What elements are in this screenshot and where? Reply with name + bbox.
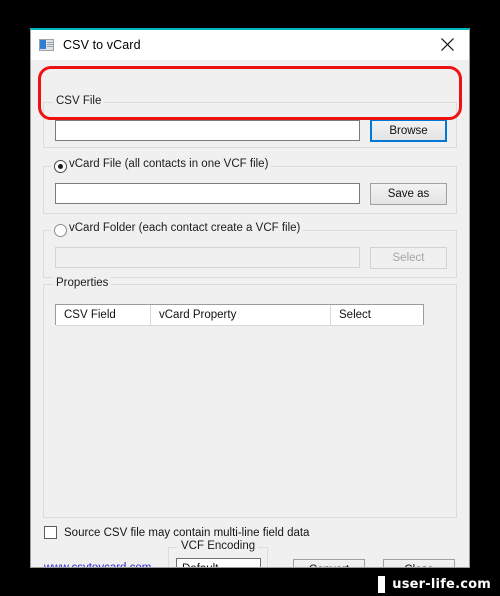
column-header-select[interactable]: Select (331, 305, 423, 325)
convert-button[interactable]: Convert (293, 559, 365, 567)
save-as-button[interactable]: Save as (370, 183, 447, 205)
csv-file-path-input[interactable] (55, 120, 360, 141)
client-area: CSV File Browse vCard File (all contacts… (31, 60, 469, 568)
screenshot-root: CSV to vCard CSV File Browse vCard File … (0, 0, 500, 596)
csv-to-vcard-window: CSV to vCard CSV File Browse vCard File … (30, 28, 470, 568)
column-header-csv-field[interactable]: CSV Field (56, 305, 151, 325)
vcard-file-radio[interactable] (54, 160, 67, 173)
csv-file-legend: CSV File (53, 95, 105, 107)
multiline-checkbox[interactable] (44, 526, 57, 539)
column-header-vcard-property[interactable]: vCard Property (151, 305, 331, 325)
vcard-folder-radio[interactable] (54, 224, 67, 237)
vcard-file-legend: vCard File (all contacts in one VCF file… (69, 158, 269, 170)
vcard-folder-legend-wrap[interactable]: vCard Folder (each contact create a VCF … (51, 222, 304, 237)
title-bar: CSV to vCard (31, 30, 469, 60)
vcard-folder-path-input[interactable] (55, 247, 360, 268)
vcard-file-legend-wrap[interactable]: vCard File (all contacts in one VCF file… (51, 158, 272, 173)
close-icon[interactable] (425, 30, 469, 59)
vcf-encoding-select[interactable]: Default (176, 558, 261, 568)
website-link[interactable]: www.csvtovcard.com (44, 562, 151, 567)
vcard-folder-legend: vCard Folder (each contact create a VCF … (69, 222, 301, 234)
multiline-option-row[interactable]: Source CSV file may contain multi-line f… (44, 526, 309, 539)
chevron-down-icon (244, 566, 253, 567)
properties-table[interactable]: CSV Field vCard Property Select (55, 304, 424, 326)
window-title: CSV to vCard (63, 38, 141, 52)
close-button[interactable]: Close (383, 559, 455, 567)
properties-legend: Properties (53, 277, 112, 289)
watermark-text: user-life.com (392, 576, 491, 592)
vcf-encoding-value: Default (182, 563, 218, 568)
table-header-row: CSV Field vCard Property Select (56, 305, 423, 326)
select-folder-button[interactable]: Select (370, 247, 447, 269)
vcf-encoding-legend: VCF Encoding (178, 540, 259, 552)
watermark-bar (378, 575, 386, 593)
multiline-label: Source CSV file may contain multi-line f… (64, 526, 310, 539)
browse-button[interactable]: Browse (370, 119, 447, 142)
contact-card-icon (39, 38, 55, 52)
vcard-file-path-input[interactable] (55, 183, 360, 204)
watermark: user-life.com (372, 572, 500, 596)
